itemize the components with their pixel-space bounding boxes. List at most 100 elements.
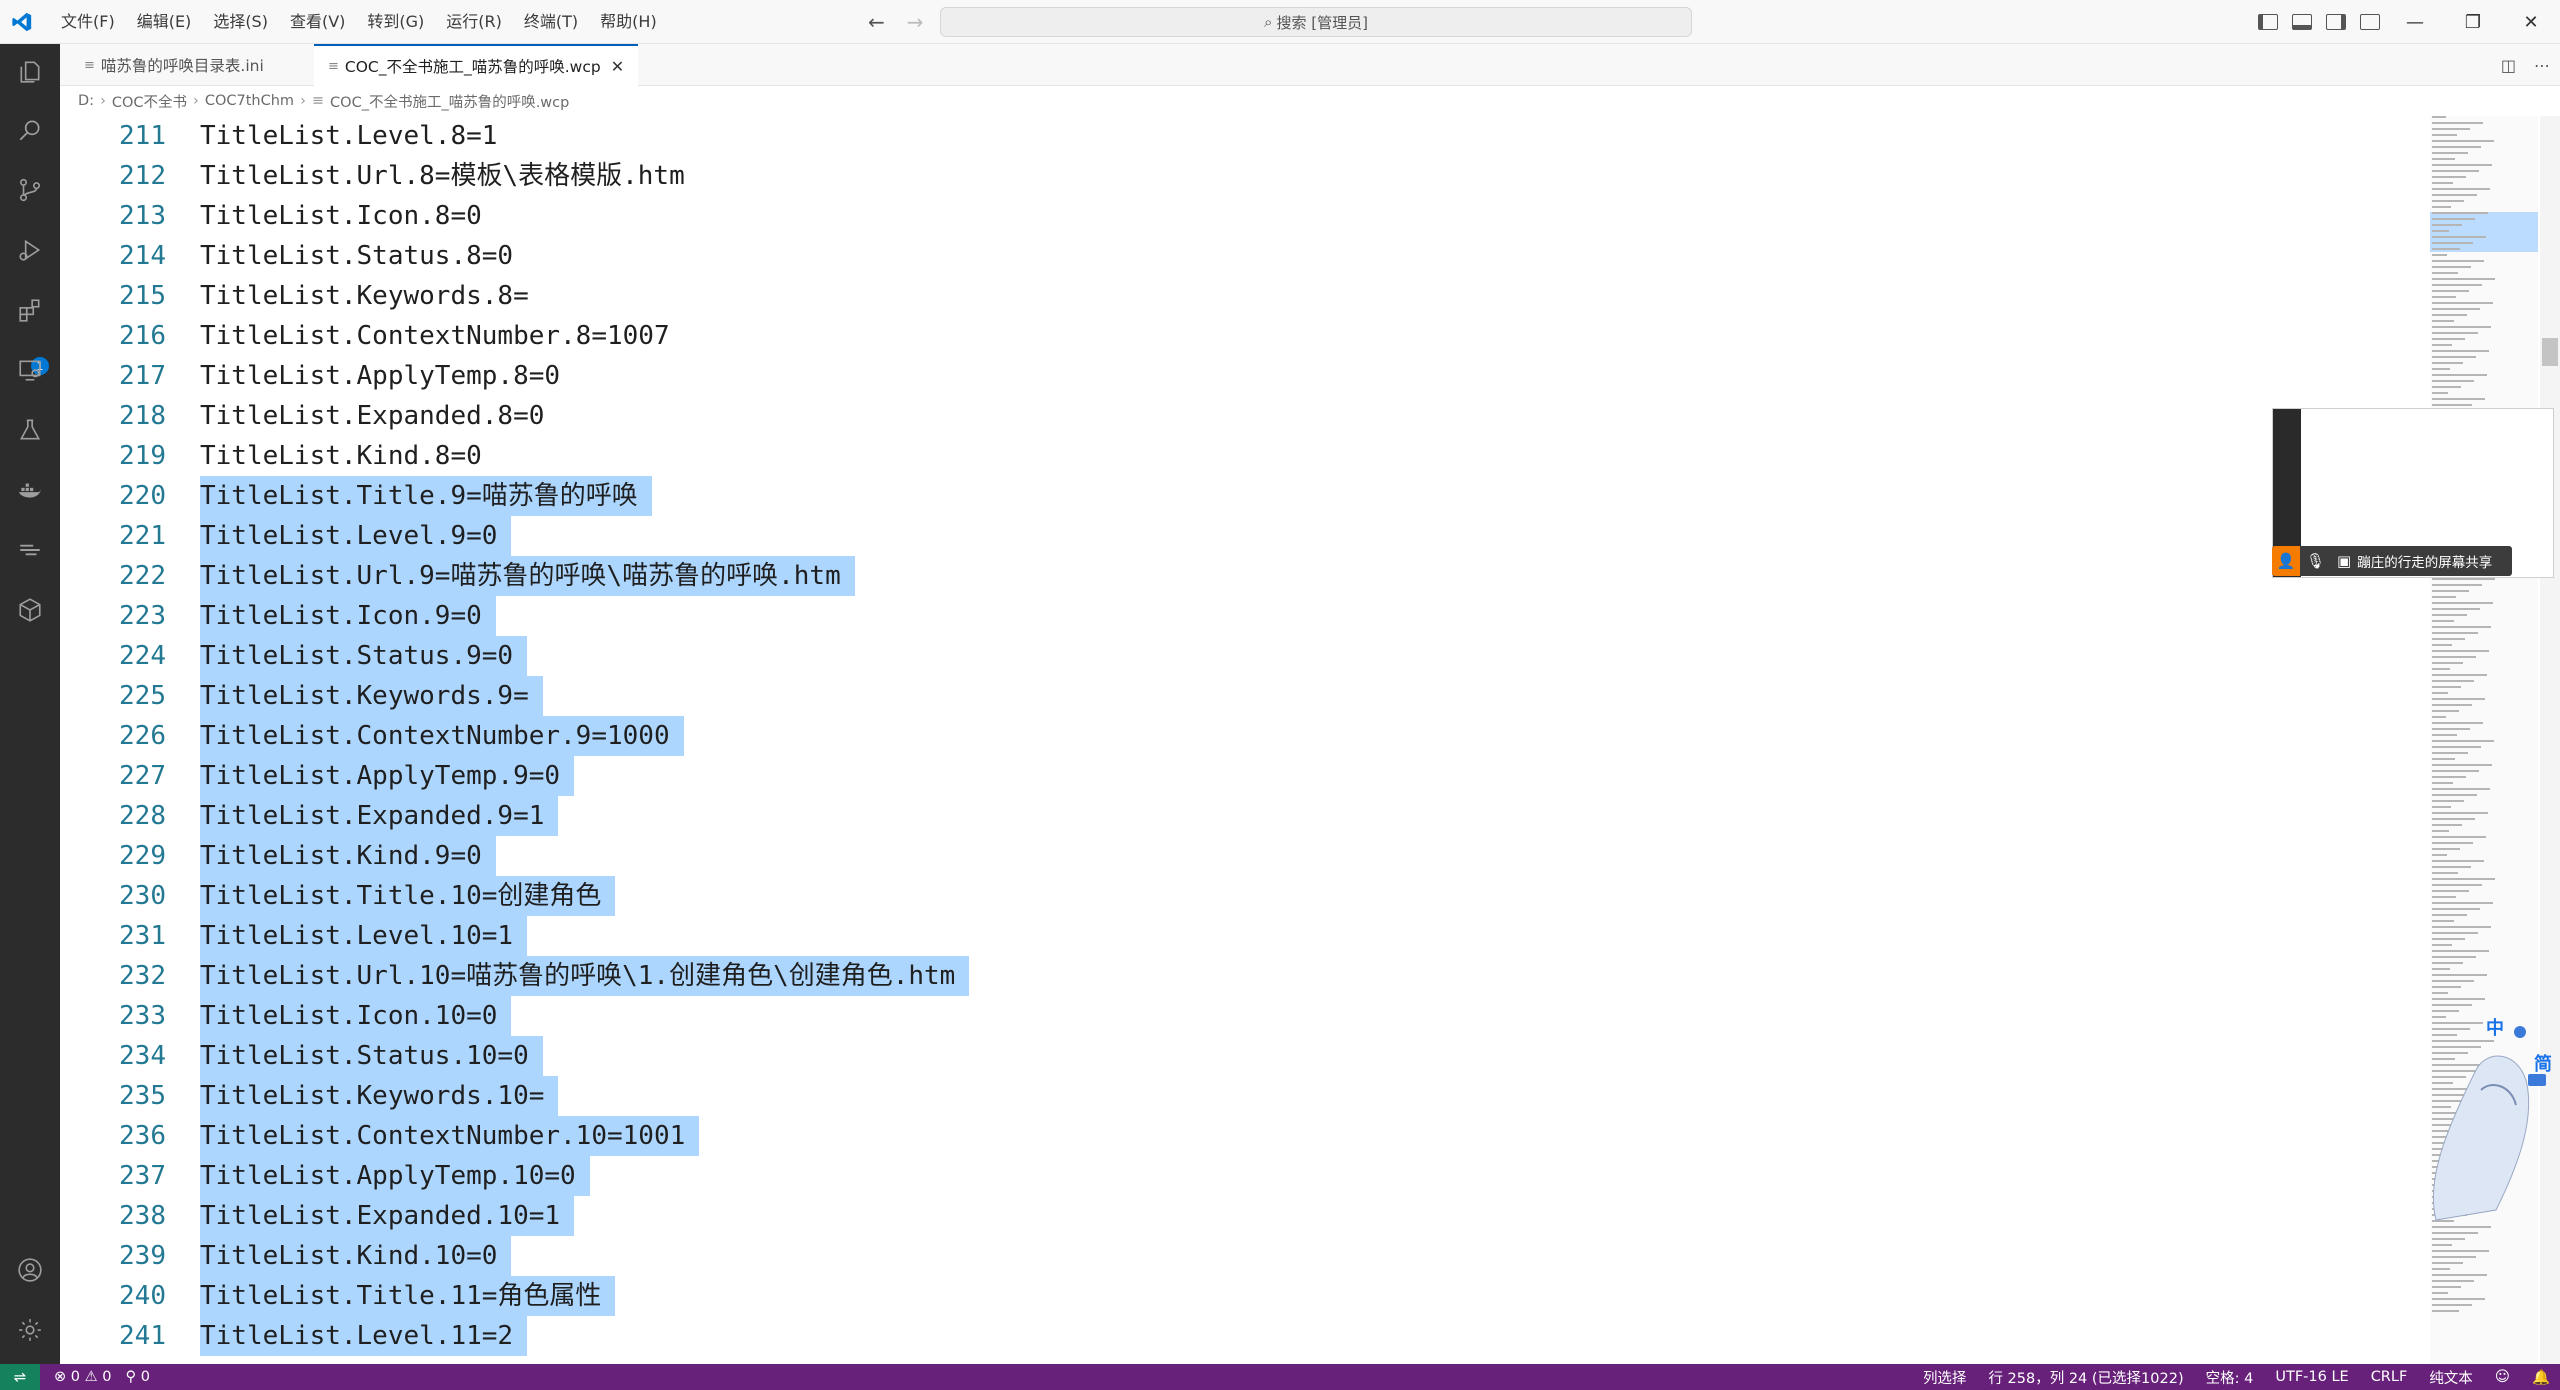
code-line[interactable]: 235 TitleList.Keywords.10=: [60, 1076, 2430, 1116]
code-text[interactable]: TitleList.Status.10=0: [200, 1036, 543, 1076]
code-text[interactable]: TitleList.Level.9=0: [200, 516, 512, 556]
toggle-secondary-sidebar-icon[interactable]: [2326, 14, 2346, 30]
code-text[interactable]: TitleList.Icon.10=0: [200, 996, 512, 1036]
code-text[interactable]: TitleList.Keywords.10=: [200, 1076, 559, 1116]
ime-widget[interactable]: 中 简: [2416, 1010, 2556, 1232]
code-line[interactable]: 230 TitleList.Title.10=创建角色: [60, 876, 2430, 916]
code-line[interactable]: 216 TitleList.ContextNumber.8=1007: [60, 316, 2430, 356]
split-editor-icon[interactable]: ◫: [2501, 56, 2516, 75]
toolbox-icon[interactable]: [14, 534, 46, 566]
minimize-icon[interactable]: —: [2386, 0, 2444, 44]
code-line[interactable]: 236 TitleList.ContextNumber.10=1001: [60, 1116, 2430, 1156]
code-text[interactable]: TitleList.Title.11=角色属性: [200, 1276, 616, 1316]
scrollbar-thumb[interactable]: [2542, 338, 2558, 366]
code-line[interactable]: 237 TitleList.ApplyTemp.10=0: [60, 1156, 2430, 1196]
code-text[interactable]: TitleList.Kind.10=0: [200, 1236, 512, 1276]
code-text[interactable]: TitleList.Status.8=0: [200, 236, 527, 276]
code-text[interactable]: TitleList.Icon.9=0: [200, 596, 496, 636]
language-mode[interactable]: 纯文本: [2429, 1367, 2473, 1388]
search-icon[interactable]: [14, 114, 46, 146]
code-line[interactable]: 241 TitleList.Level.11=2: [60, 1316, 2430, 1356]
end-of-line[interactable]: CRLF: [2371, 1369, 2408, 1385]
code-text[interactable]: TitleList.Keywords.8=: [200, 276, 543, 316]
code-text[interactable]: TitleList.ApplyTemp.9=0: [200, 756, 575, 796]
testing-icon[interactable]: [14, 414, 46, 446]
code-text[interactable]: TitleList.Url.8=模板\表格模版.htm: [200, 156, 699, 196]
code-line[interactable]: 239 TitleList.Kind.10=0: [60, 1236, 2430, 1276]
more-actions-icon[interactable]: ⋯: [2534, 56, 2550, 75]
code-line[interactable]: 212 TitleList.Url.8=模板\表格模版.htm: [60, 156, 2430, 196]
menu-selection[interactable]: 选择(S): [202, 0, 279, 44]
menu-file[interactable]: 文件(F): [50, 0, 126, 44]
code-text[interactable]: TitleList.Kind.8=0: [200, 436, 496, 476]
breadcrumb-file[interactable]: COC_不全书施工_喵苏鲁的呼唤.wcp: [330, 91, 569, 112]
code-text[interactable]: TitleList.Expanded.10=1: [200, 1196, 575, 1236]
maximize-icon[interactable]: ❐: [2444, 0, 2502, 44]
code-line[interactable]: 240 TitleList.Title.11=角色属性: [60, 1276, 2430, 1316]
code-line[interactable]: 228 TitleList.Expanded.9=1: [60, 796, 2430, 836]
menu-terminal[interactable]: 终端(T): [513, 0, 589, 44]
menu-edit[interactable]: 编辑(E): [126, 0, 203, 44]
code-text[interactable]: TitleList.Level.8=1: [200, 116, 511, 156]
code-line[interactable]: 223 TitleList.Icon.9=0: [60, 596, 2430, 636]
code-line[interactable]: 220 TitleList.Title.9=喵苏鲁的呼唤: [60, 476, 2430, 516]
code-line[interactable]: 214 TitleList.Status.8=0: [60, 236, 2430, 276]
ime-simplified-toggle[interactable]: 简: [2534, 1050, 2552, 1076]
breadcrumb-folder[interactable]: COC7thChm: [205, 93, 294, 109]
code-line[interactable]: 221 TitleList.Level.9=0: [60, 516, 2430, 556]
code-line[interactable]: 238 TitleList.Expanded.10=1: [60, 1196, 2430, 1236]
package-icon[interactable]: [14, 594, 46, 626]
menu-go[interactable]: 转到(G): [356, 0, 435, 44]
code-line[interactable]: 218 TitleList.Expanded.8=0: [60, 396, 2430, 436]
code-text[interactable]: TitleList.Icon.8=0: [200, 196, 496, 236]
code-text[interactable]: TitleList.Kind.9=0: [200, 836, 496, 876]
remote-explorer-icon[interactable]: [14, 354, 46, 386]
code-text[interactable]: TitleList.Expanded.9=1: [200, 796, 559, 836]
close-tab-icon[interactable]: ✕: [611, 57, 624, 76]
code-text[interactable]: TitleList.Level.11=2: [200, 1316, 528, 1356]
breadcrumb-drive[interactable]: D:: [78, 93, 94, 109]
command-center-search[interactable]: ⌕ 搜索 [管理员]: [940, 7, 1692, 37]
code-line[interactable]: 233 TitleList.Icon.10=0: [60, 996, 2430, 1036]
code-line[interactable]: 215 TitleList.Keywords.8=: [60, 276, 2430, 316]
ports-indicator[interactable]: ⚲ 0: [125, 1369, 149, 1385]
code-line[interactable]: 225 TitleList.Keywords.9=: [60, 676, 2430, 716]
run-debug-icon[interactable]: [14, 234, 46, 266]
indentation[interactable]: 空格: 4: [2206, 1367, 2254, 1388]
code-line[interactable]: 211 TitleList.Level.8=1: [60, 116, 2430, 156]
cursor-position[interactable]: 行 258，列 24 (已选择1022): [1988, 1367, 2183, 1388]
close-icon[interactable]: ✕: [2502, 0, 2560, 44]
code-line[interactable]: 231 TitleList.Level.10=1: [60, 916, 2430, 956]
code-text[interactable]: TitleList.Keywords.9=: [200, 676, 543, 716]
feedback-icon[interactable]: ☺: [2495, 1369, 2510, 1385]
code-line[interactable]: 227 TitleList.ApplyTemp.9=0: [60, 756, 2430, 796]
docker-icon[interactable]: [14, 474, 46, 506]
code-text[interactable]: TitleList.ContextNumber.9=1000: [200, 716, 684, 756]
tab-ini-file[interactable]: ≡ 喵苏鲁的呼唤目录表.ini: [70, 44, 278, 86]
menu-help[interactable]: 帮助(H): [589, 0, 668, 44]
microphone-icon[interactable]: 🎙: [2306, 552, 2325, 570]
code-line[interactable]: 229 TitleList.Kind.9=0: [60, 836, 2430, 876]
source-control-icon[interactable]: [14, 174, 46, 206]
explorer-icon[interactable]: [14, 56, 46, 88]
extensions-icon[interactable]: [14, 294, 46, 326]
ime-chinese-toggle[interactable]: 中: [2486, 1014, 2504, 1040]
code-text[interactable]: TitleList.Url.10=喵苏鲁的呼唤\1.创建角色\创建角色.htm: [200, 956, 970, 996]
customize-layout-icon[interactable]: [2360, 14, 2380, 30]
forward-arrow-icon[interactable]: →: [907, 10, 924, 34]
code-text[interactable]: TitleList.Level.10=1: [200, 916, 528, 956]
tab-wcp-file[interactable]: ≡ COC_不全书施工_喵苏鲁的呼唤.wcp ✕: [314, 44, 639, 86]
code-line[interactable]: 226 TitleList.ContextNumber.9=1000: [60, 716, 2430, 756]
code-text[interactable]: TitleList.ApplyTemp.10=0: [200, 1156, 590, 1196]
code-line[interactable]: 232 TitleList.Url.10=喵苏鲁的呼唤\1.创建角色\创建角色.h…: [60, 956, 2430, 996]
toggle-primary-sidebar-icon[interactable]: [2258, 14, 2278, 30]
selection-mode[interactable]: 列选择: [1923, 1367, 1967, 1388]
code-text[interactable]: TitleList.Title.9=喵苏鲁的呼唤: [200, 476, 652, 516]
screen-share-bar[interactable]: 👤 🎙 ▣ 蹦庄的行走的屏幕共享: [2272, 546, 2512, 576]
code-text[interactable]: TitleList.Status.9=0: [200, 636, 528, 676]
accounts-icon[interactable]: [14, 1254, 46, 1286]
code-text[interactable]: TitleList.ApplyTemp.8=0: [200, 356, 574, 396]
settings-gear-icon[interactable]: [14, 1314, 46, 1346]
notifications-bell-icon[interactable]: 🔔: [2532, 1369, 2550, 1386]
code-text[interactable]: TitleList.ContextNumber.10=1001: [200, 1116, 700, 1156]
